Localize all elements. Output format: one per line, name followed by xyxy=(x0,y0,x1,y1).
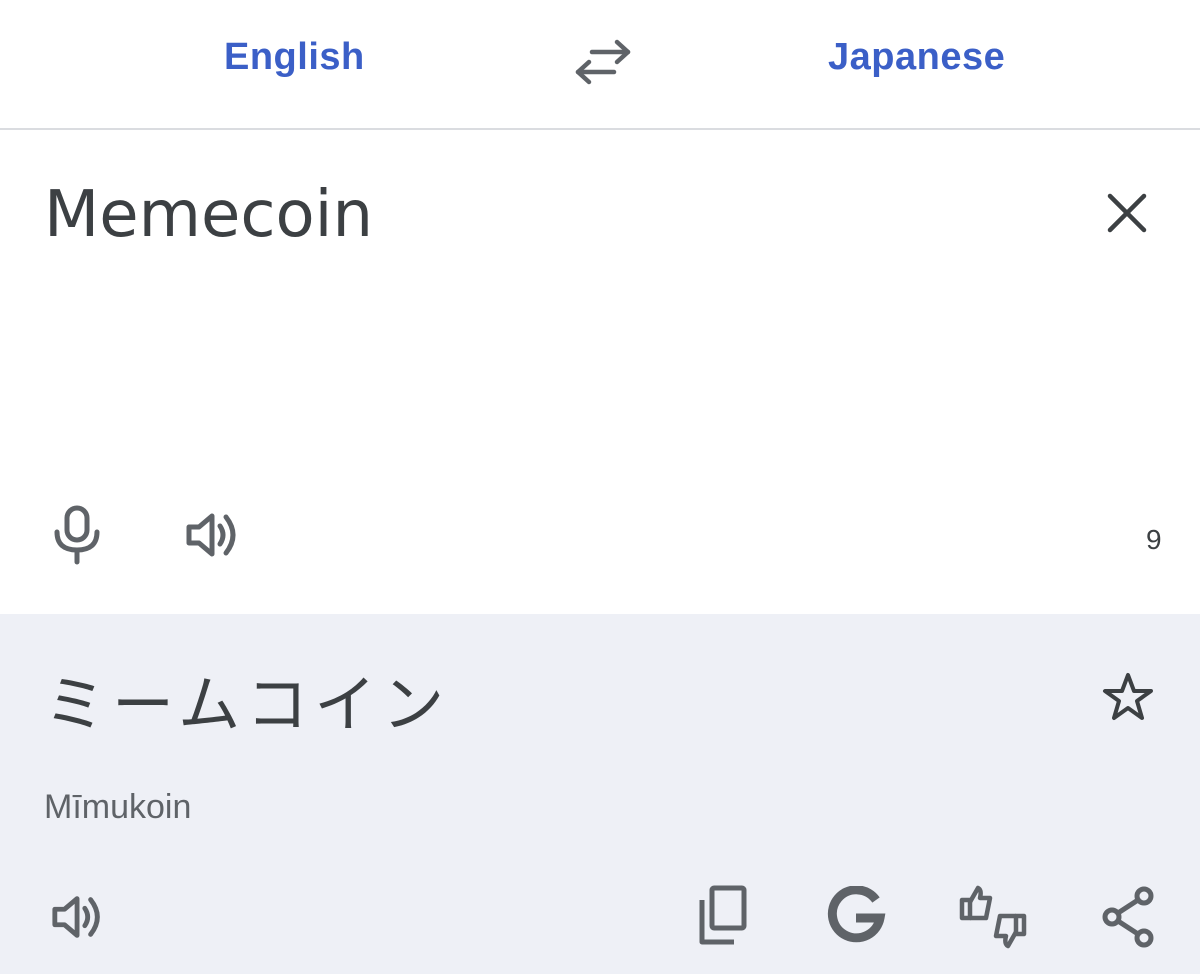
speaker-icon xyxy=(186,513,236,557)
share-icon xyxy=(1102,886,1154,948)
source-input-panel: Memecoin 9 xyxy=(0,132,1200,614)
clear-input-button[interactable] xyxy=(1102,188,1152,238)
speaker-icon xyxy=(52,896,100,938)
swap-languages-button[interactable] xyxy=(570,36,636,88)
feedback-icon xyxy=(959,885,1027,949)
translation-output-panel: ミームコイン Mīmukoin xyxy=(0,614,1200,974)
swap-arrows-icon xyxy=(575,39,631,85)
voice-input-button[interactable] xyxy=(50,504,104,566)
save-translation-button[interactable] xyxy=(1100,670,1156,724)
language-bar: English Japanese xyxy=(0,0,1200,130)
rate-translation-button[interactable] xyxy=(956,884,1030,950)
source-text-input[interactable]: Memecoin xyxy=(44,178,373,252)
translated-text: ミームコイン xyxy=(44,668,451,741)
copy-translation-button[interactable] xyxy=(694,884,750,948)
google-icon xyxy=(827,885,886,943)
microphone-icon xyxy=(54,505,100,565)
source-language-button[interactable]: English xyxy=(224,36,365,79)
romanization-text: Mīmukoin xyxy=(44,788,192,826)
copy-icon xyxy=(699,885,747,945)
target-language-button[interactable]: Japanese xyxy=(828,36,1005,79)
character-count: 9 xyxy=(1146,524,1162,555)
star-icon xyxy=(1103,673,1153,720)
open-in-google-button[interactable] xyxy=(826,885,886,946)
share-translation-button[interactable] xyxy=(1100,886,1156,948)
listen-translation-button[interactable] xyxy=(50,890,108,944)
listen-source-button[interactable] xyxy=(184,508,244,562)
close-icon xyxy=(1107,193,1147,233)
